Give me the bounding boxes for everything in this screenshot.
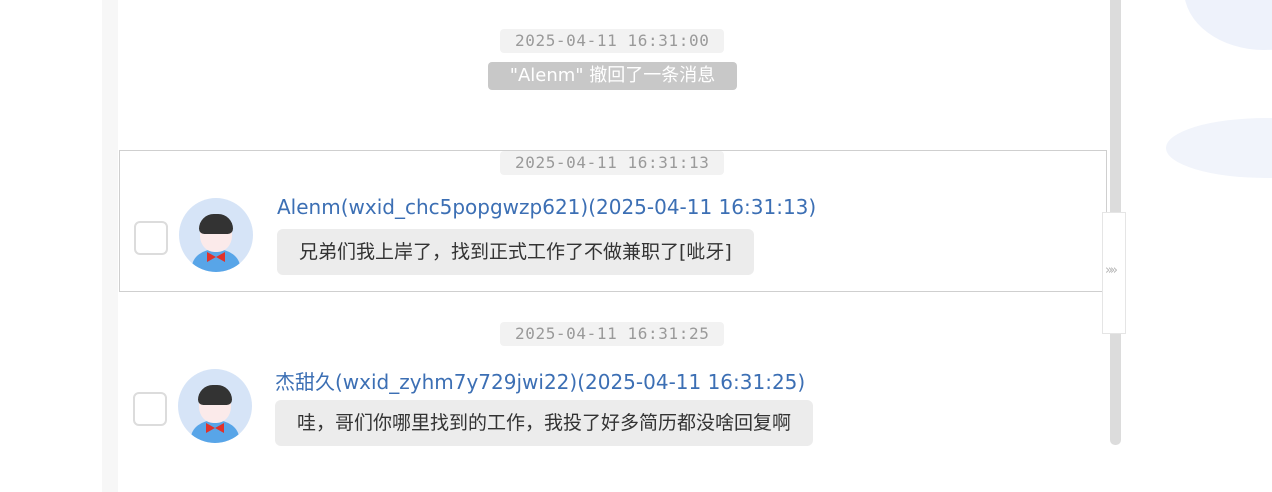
side-panel-toggle[interactable]: »» xyxy=(1102,212,1126,334)
avatar[interactable] xyxy=(179,198,253,272)
recall-timestamp: 2025-04-11 16:31:00 xyxy=(500,29,725,53)
sender-name[interactable]: Alenm(wxid_chc5popgwzp621)(2025-04-11 16… xyxy=(277,195,816,219)
bowtie-icon xyxy=(206,423,224,433)
recall-notice: "Alenm" 撤回了一条消息 xyxy=(488,62,737,90)
avatar[interactable] xyxy=(178,369,252,443)
message-timestamp: 2025-04-11 16:31:25 xyxy=(500,322,725,346)
message-select-checkbox[interactable] xyxy=(134,221,168,255)
message-select-checkbox[interactable] xyxy=(133,392,167,426)
bowtie-icon xyxy=(207,252,225,262)
cloud-decoration xyxy=(1166,118,1272,178)
background-decoration xyxy=(1126,0,1272,492)
message-bubble[interactable]: 哇，哥们你哪里找到的工作，我投了好多简历都没啥回复啊 xyxy=(275,400,814,446)
avatar-hair xyxy=(198,385,232,405)
left-panel-edge xyxy=(102,0,118,492)
sender-name[interactable]: 杰甜久(wxid_zyhm7y729jwi22)(2025-04-11 16:3… xyxy=(275,366,805,395)
avatar-hair xyxy=(199,214,233,234)
cloud-decoration xyxy=(1184,0,1272,50)
double-chevron-right-icon: »» xyxy=(1105,263,1118,278)
message-bubble[interactable]: 兄弟们我上岸了，找到正式工作了不做兼职了[呲牙] xyxy=(277,229,754,275)
message-timestamp: 2025-04-11 16:31:13 xyxy=(500,151,725,175)
